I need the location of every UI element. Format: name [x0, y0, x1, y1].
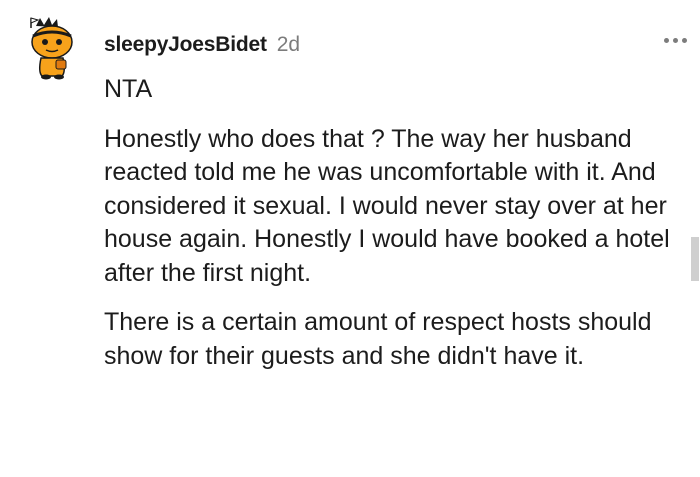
scrollbar-thumb[interactable] — [691, 237, 699, 281]
comment-body: NTA Honestly who does that ? The way her… — [104, 73, 672, 373]
more-dot — [664, 38, 669, 43]
snoo-avatar-icon — [30, 17, 73, 80]
comment-card: sleepyJoesBidet 2d NTA Honestly who does… — [0, 0, 700, 477]
comment-age: 2d — [276, 33, 301, 56]
more-options-icon[interactable] — [664, 38, 687, 43]
more-dot — [682, 38, 687, 43]
avatar[interactable] — [22, 14, 86, 80]
comment-paragraph: There is a certain amount of respect hos… — [104, 308, 652, 370]
comment-paragraph: Honestly who does that ? The way her hus… — [104, 124, 670, 287]
more-dot — [673, 38, 678, 43]
username-link[interactable]: sleepyJoesBidet — [104, 33, 267, 57]
comment-header: sleepyJoesBidet 2d — [104, 33, 300, 57]
comment-paragraph: NTA — [104, 75, 153, 103]
